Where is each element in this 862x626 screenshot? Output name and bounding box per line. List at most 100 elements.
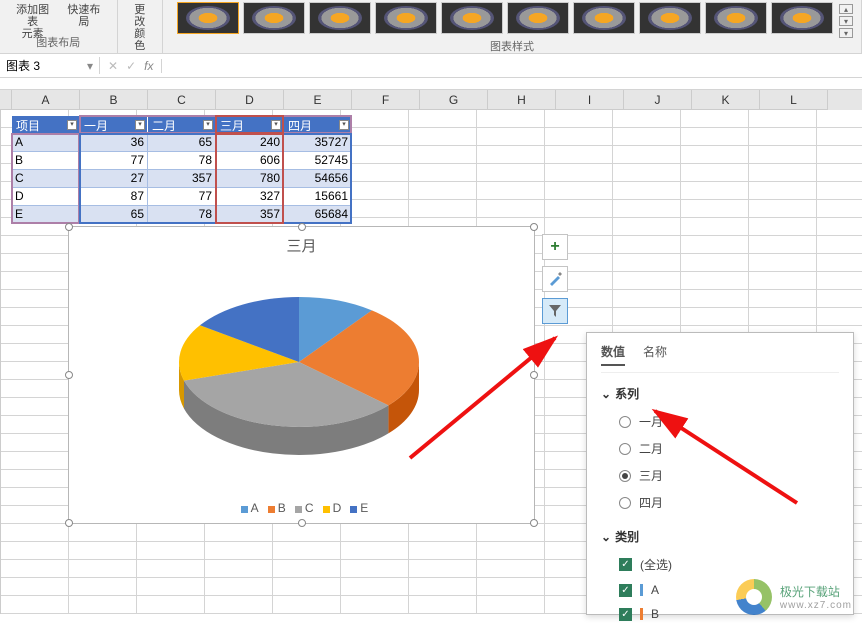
resize-handle[interactable] bbox=[530, 371, 538, 379]
col-header[interactable]: E bbox=[284, 90, 352, 110]
chevron-down-icon[interactable]: ▾ bbox=[135, 120, 145, 130]
col-header[interactable]: C bbox=[148, 90, 216, 110]
legend-swatch bbox=[350, 506, 357, 513]
chevron-down-icon[interactable]: ▾ bbox=[67, 120, 77, 130]
table-row[interactable]: E657835765684 bbox=[12, 206, 352, 224]
cancel-icon[interactable]: ✕ bbox=[108, 59, 118, 73]
legend-swatch bbox=[295, 506, 302, 513]
radio-icon bbox=[619, 416, 631, 428]
series-item[interactable]: 三月 bbox=[601, 462, 839, 489]
tab-names[interactable]: 名称 bbox=[643, 343, 667, 366]
column-headers: A B C D E F G H I J K L bbox=[0, 90, 862, 110]
resize-handle[interactable] bbox=[298, 519, 306, 527]
col-header[interactable]: H bbox=[488, 90, 556, 110]
category-select-all[interactable]: ✓ (全选) bbox=[601, 551, 839, 578]
chart-style-gallery bbox=[171, 0, 839, 38]
name-box[interactable]: 图表 3 ▾ bbox=[0, 57, 100, 74]
category-section-header[interactable]: 类别 bbox=[601, 528, 839, 545]
chart-style-thumb[interactable] bbox=[705, 2, 767, 34]
series-item[interactable]: 二月 bbox=[601, 435, 839, 462]
chart-title[interactable]: 三月 bbox=[69, 227, 534, 256]
legend-label: E bbox=[360, 501, 368, 515]
pie-3d-chart[interactable] bbox=[149, 277, 449, 467]
ribbon-group-label-layout: 图表布局 bbox=[8, 34, 109, 53]
table-header[interactable]: 二月▾ bbox=[148, 116, 216, 134]
col-header[interactable]: D bbox=[216, 90, 284, 110]
resize-handle[interactable] bbox=[65, 223, 73, 231]
enter-icon[interactable]: ✓ bbox=[126, 59, 136, 73]
chart-style-thumb[interactable] bbox=[309, 2, 371, 34]
fx-icon[interactable]: fx bbox=[144, 59, 153, 73]
resize-handle[interactable] bbox=[530, 519, 538, 527]
legend-swatch bbox=[268, 506, 275, 513]
formula-bar: 图表 3 ▾ ✕ ✓ fx bbox=[0, 54, 862, 78]
col-header[interactable]: L bbox=[760, 90, 828, 110]
table-row[interactable]: B777860652745 bbox=[12, 152, 352, 170]
legend-swatch bbox=[241, 506, 248, 513]
legend-label: C bbox=[305, 501, 314, 515]
chart-side-buttons: + bbox=[542, 234, 568, 324]
col-header[interactable]: B bbox=[80, 90, 148, 110]
checkbox-icon: ✓ bbox=[619, 584, 632, 597]
table-header[interactable]: 项目▾ bbox=[12, 116, 80, 134]
chevron-down-icon[interactable]: ▾ bbox=[339, 120, 349, 130]
quick-layout-button[interactable]: 快速布局 bbox=[59, 2, 108, 34]
chart-style-thumb[interactable] bbox=[243, 2, 305, 34]
chart-style-thumb[interactable] bbox=[507, 2, 569, 34]
ribbon-group-label-styles: 图表样式 bbox=[171, 38, 853, 57]
chevron-down-icon[interactable]: ▾ bbox=[203, 120, 213, 130]
col-header[interactable]: K bbox=[692, 90, 760, 110]
resize-handle[interactable] bbox=[65, 371, 73, 379]
series-section-header[interactable]: 系列 bbox=[601, 385, 839, 402]
legend-label: A bbox=[251, 501, 259, 515]
resize-handle[interactable] bbox=[530, 223, 538, 231]
chevron-down-icon[interactable]: ▾ bbox=[271, 120, 281, 130]
table-header[interactable]: 四月▾ bbox=[284, 116, 352, 134]
color-swatch bbox=[640, 608, 643, 620]
change-colors-button[interactable]: 更改 颜色 bbox=[126, 2, 154, 34]
legend-swatch bbox=[323, 506, 330, 513]
col-header[interactable]: F bbox=[352, 90, 420, 110]
add-chart-element-button[interactable]: 添加图表 元素 bbox=[8, 2, 57, 34]
chart-object[interactable]: 三月 A B C D E bbox=[68, 226, 535, 524]
series-item[interactable]: 四月 bbox=[601, 489, 839, 516]
table-row[interactable]: C2735778054656 bbox=[12, 170, 352, 188]
chart-legend[interactable]: A B C D E bbox=[69, 501, 534, 515]
chart-filter-panel: 数值 名称 系列 一月二月三月四月 类别 ✓ (全选) ✓A✓B bbox=[586, 332, 854, 615]
chart-style-thumb[interactable] bbox=[771, 2, 833, 34]
series-item[interactable]: 一月 bbox=[601, 408, 839, 435]
select-all-corner[interactable] bbox=[0, 90, 12, 110]
table-header-row: 项目▾ 一月▾ 二月▾ 三月▾ 四月▾ bbox=[12, 116, 352, 134]
chart-style-thumb[interactable] bbox=[375, 2, 437, 34]
data-table[interactable]: 项目▾ 一月▾ 二月▾ 三月▾ 四月▾ A366524035727B777860… bbox=[12, 116, 352, 224]
checkbox-icon: ✓ bbox=[619, 608, 632, 621]
resize-handle[interactable] bbox=[298, 223, 306, 231]
legend-label: B bbox=[278, 501, 286, 515]
chart-style-thumb[interactable] bbox=[573, 2, 635, 34]
col-header[interactable]: A bbox=[12, 90, 80, 110]
chart-style-thumb[interactable] bbox=[441, 2, 503, 34]
table-header[interactable]: 一月▾ bbox=[80, 116, 148, 134]
ribbon-group-layout: 添加图表 元素 快速布局 图表布局 bbox=[0, 0, 118, 53]
name-box-value: 图表 3 bbox=[6, 57, 40, 74]
color-swatch bbox=[640, 584, 643, 596]
chart-style-thumb[interactable] bbox=[639, 2, 701, 34]
chart-style-thumb[interactable] bbox=[177, 2, 239, 34]
table-header[interactable]: 三月▾ bbox=[216, 116, 284, 134]
gallery-expand[interactable]: ▴▾▾ bbox=[839, 0, 853, 38]
col-header[interactable]: I bbox=[556, 90, 624, 110]
col-header[interactable]: G bbox=[420, 90, 488, 110]
tab-values[interactable]: 数值 bbox=[601, 343, 625, 366]
col-header[interactable]: J bbox=[624, 90, 692, 110]
ribbon-group-colors: 更改 颜色 bbox=[118, 0, 163, 53]
checkbox-icon: ✓ bbox=[619, 558, 632, 571]
table-row[interactable]: D877732715661 bbox=[12, 188, 352, 206]
watermark-text: 极光下载站 www.xz7.com bbox=[780, 583, 852, 611]
chart-filter-button[interactable] bbox=[542, 298, 568, 324]
table-row[interactable]: A366524035727 bbox=[12, 134, 352, 152]
resize-handle[interactable] bbox=[65, 519, 73, 527]
chart-styles-button[interactable] bbox=[542, 266, 568, 292]
watermark-logo bbox=[736, 579, 772, 615]
chart-elements-button[interactable]: + bbox=[542, 234, 568, 260]
ribbon-group-chart-styles: ▴▾▾ 图表样式 bbox=[163, 0, 862, 53]
